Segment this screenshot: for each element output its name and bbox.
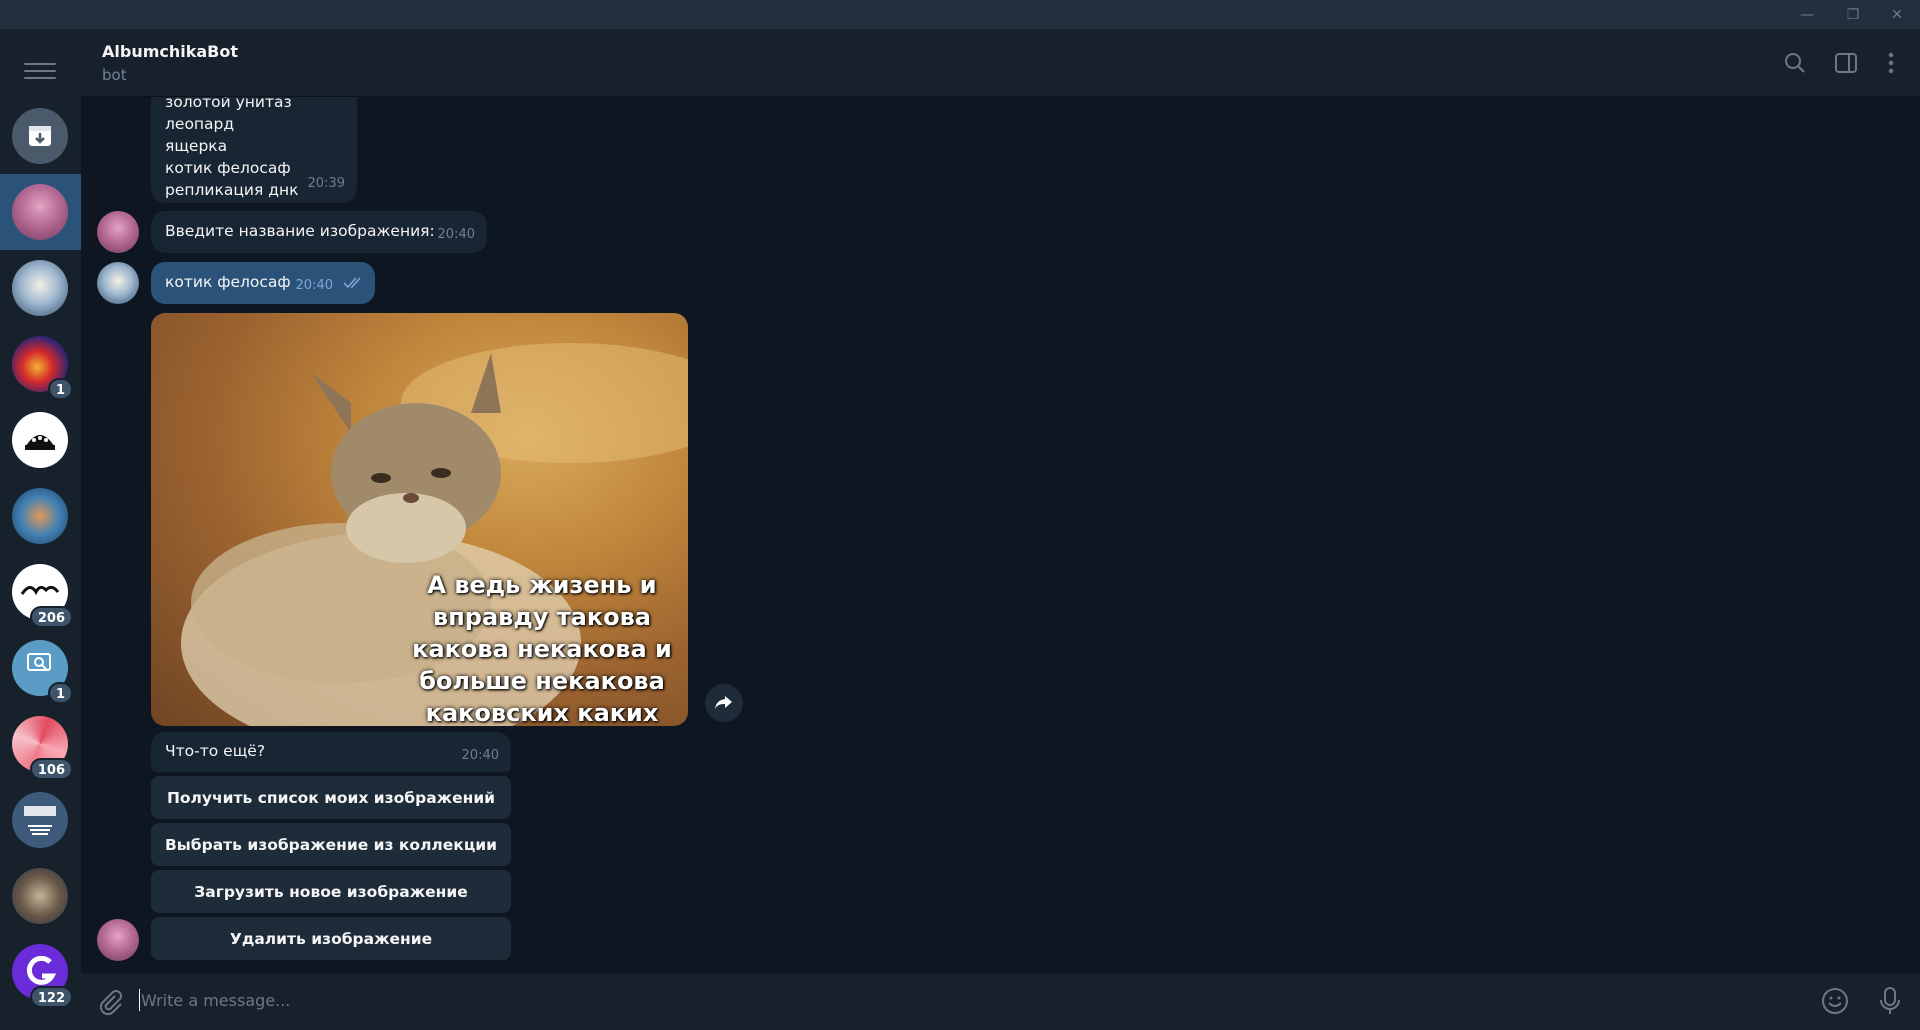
forward-icon <box>715 696 732 709</box>
avatar <box>12 260 68 316</box>
caption-line: каковских каких <box>425 699 659 726</box>
message-bubble-followup[interactable]: Что-то ещё? 20:40 <box>151 732 511 772</box>
chat-sidebar: 1 206 1 106 122 <box>0 29 81 1030</box>
message-bubble-reply[interactable]: котик фелосаф 20:40 <box>151 262 375 304</box>
maximize-icon: ❐ <box>1846 6 1860 23</box>
microphone-icon[interactable] <box>1875 985 1905 1017</box>
kbd-button-label: Удалить изображение <box>229 929 433 948</box>
caption-line: какова некакова и <box>412 635 672 663</box>
chat-item-11[interactable]: 122 <box>0 934 81 1010</box>
avatar <box>12 792 68 848</box>
chat-item-3[interactable]: 1 <box>0 326 81 402</box>
avatar <box>12 488 68 544</box>
user-avatar[interactable] <box>97 262 139 304</box>
chat-title[interactable]: AlbumchikaBot <box>102 42 238 61</box>
list-line: леопард <box>165 115 235 133</box>
window-titlebar: — ❐ ✕ <box>0 0 1920 29</box>
chat-item-9[interactable] <box>0 782 81 858</box>
chat-item-4[interactable] <box>0 402 81 478</box>
chat-header: AlbumchikaBot bot <box>81 29 1920 97</box>
chat-item-6[interactable]: 206 <box>0 554 81 630</box>
caption-line: больше некакова <box>419 667 665 695</box>
sidebar-toggle-icon[interactable] <box>1832 49 1860 77</box>
bot-avatar[interactable] <box>97 919 139 961</box>
archive-folder[interactable] <box>0 98 81 174</box>
caption-line: А ведь жизень и <box>427 571 657 599</box>
message-list: золотой унитаз леопард ящерка котик фело… <box>81 97 1920 973</box>
meme-image[interactable]: А ведь жизень и вправду такова какова не… <box>151 313 688 726</box>
hamburger-icon-line <box>24 70 56 72</box>
avatar <box>12 412 68 468</box>
chat-item-7[interactable]: 1 <box>0 630 81 706</box>
avatar <box>12 868 68 924</box>
minimize-button[interactable]: — <box>1784 0 1830 29</box>
chat-item-10[interactable] <box>0 858 81 934</box>
text-caret <box>139 989 140 1011</box>
message-time: 20:39 <box>307 176 345 191</box>
message-text: котик фелосаф <box>165 273 291 291</box>
close-button[interactable]: ✕ <box>1874 0 1920 29</box>
message-composer: Write a message... <box>81 973 1920 1030</box>
caption-line: вправду такова <box>433 603 651 631</box>
bot-avatar[interactable] <box>97 211 139 253</box>
emoji-icon[interactable] <box>1820 986 1850 1016</box>
chat-item-albumchikabot[interactable] <box>0 174 81 250</box>
close-icon: ✕ <box>1891 6 1903 23</box>
message-text: Что-то ещё? <box>165 742 266 760</box>
kbd-button-label: Загрузить новое изображение <box>194 882 468 901</box>
kbd-button-label: Получить список моих изображений <box>166 788 496 807</box>
message-time: 20:40 <box>295 278 333 293</box>
message-bubble-list[interactable]: золотой унитаз леопард ящерка котик фело… <box>151 97 357 203</box>
hamburger-menu-button[interactable] <box>24 55 56 87</box>
kbd-button-delete-image[interactable]: Удалить изображение <box>151 917 511 960</box>
message-time: 20:40 <box>437 227 475 242</box>
message-input[interactable]: Write a message... <box>141 991 290 1010</box>
search-icon[interactable] <box>1781 49 1809 77</box>
hamburger-icon-line <box>24 77 56 79</box>
chat-subtitle: bot <box>102 66 127 84</box>
kbd-button-choose-image[interactable]: Выбрать изображение из коллекции <box>151 823 511 866</box>
kbd-button-upload-image[interactable]: Загрузить новое изображение <box>151 870 511 913</box>
minimize-icon: — <box>1800 6 1814 23</box>
chat-item-8[interactable]: 106 <box>0 706 81 782</box>
chat-item-2[interactable] <box>0 250 81 326</box>
message-bubble-prompt[interactable]: Введите название изображения: 20:40 <box>151 211 487 253</box>
message-time: 20:40 <box>461 748 499 763</box>
archive-icon <box>12 108 68 164</box>
unread-badge: 1 <box>47 378 73 400</box>
kbd-button-list-images[interactable]: Получить список моих изображений <box>151 776 511 819</box>
read-checkmarks-icon <box>343 276 365 294</box>
hamburger-icon <box>24 63 56 65</box>
message-text: Введите название изображения: <box>165 222 435 240</box>
avatar <box>12 184 68 240</box>
list-line: золотой унитаз <box>165 97 292 111</box>
unread-badge: 206 <box>29 606 73 628</box>
unread-badge: 1 <box>47 682 73 704</box>
unread-badge: 122 <box>29 986 73 1008</box>
chat-item-5[interactable] <box>0 478 81 554</box>
list-line: ящерка <box>165 137 228 155</box>
kbd-button-label: Выбрать изображение из коллекции <box>164 835 498 854</box>
attach-icon[interactable] <box>95 987 125 1017</box>
more-options-icon[interactable] <box>1877 49 1905 77</box>
forward-button[interactable] <box>705 684 743 722</box>
maximize-button[interactable]: ❐ <box>1830 0 1876 29</box>
unread-badge: 106 <box>29 758 73 780</box>
meme-caption: А ведь жизень и вправду такова какова не… <box>412 569 672 726</box>
